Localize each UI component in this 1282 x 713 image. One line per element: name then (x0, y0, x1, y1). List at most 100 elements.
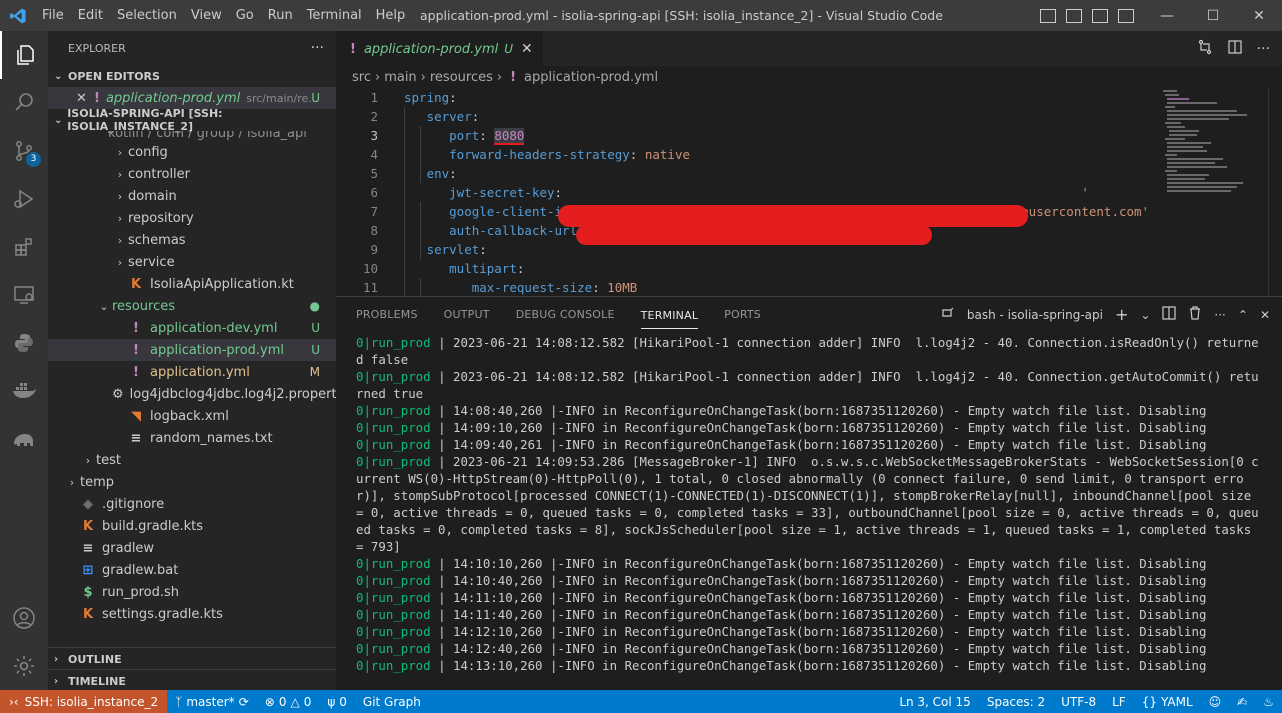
project-section[interactable]: ⌄ ISOLIA-SPRING-API [SSH: ISOLIA_INSTANC… (48, 107, 336, 133)
tree-item[interactable]: › schemas (48, 229, 336, 251)
indentation[interactable]: Spaces: 2 (979, 695, 1053, 709)
maximize-panel-icon[interactable]: ⌃ (1238, 308, 1248, 322)
menu-view[interactable]: View (184, 8, 229, 23)
branch-status[interactable]: ᛉ master* ⟳ (167, 695, 257, 709)
editor-scrollbar[interactable] (1268, 88, 1282, 296)
remote-indicator[interactable]: ›‹ SSH: isolia_instance_2 (0, 690, 168, 713)
toggle-secondary-sidebar-icon[interactable] (1092, 8, 1108, 23)
terminal-output[interactable]: 0|run_prod | 2023-06-21 14:08:12.582 [Hi… (356, 334, 1261, 713)
breadcrumb-item[interactable]: resources (430, 70, 493, 85)
open-changes-icon[interactable] (1197, 39, 1213, 59)
close-window-icon[interactable]: ✕ (1236, 0, 1282, 31)
explorer-icon[interactable] (0, 31, 48, 79)
python-icon[interactable] (0, 319, 48, 367)
tab-problems[interactable]: PROBLEMS (356, 308, 418, 321)
source-control-icon[interactable]: 3 (0, 127, 48, 175)
more-actions-icon[interactable]: ··· (1214, 308, 1225, 322)
customize-layout-icon[interactable] (1118, 8, 1134, 23)
tree-item[interactable]: K IsoliaApiApplication.kt (48, 273, 336, 295)
gradle-elephant-icon[interactable] (0, 415, 48, 463)
language-mode[interactable]: {} YAML (1134, 695, 1201, 709)
breadcrumb-item[interactable]: application-prod.yml (524, 70, 658, 85)
trash-icon[interactable] (1188, 306, 1202, 323)
more-actions-icon[interactable]: ··· (1257, 41, 1270, 57)
tree-item[interactable]: ◥ logback.xml (48, 405, 336, 427)
split-terminal-icon[interactable] (1162, 306, 1177, 323)
tree-item[interactable]: › temp (48, 471, 336, 493)
copilot-icon[interactable]: ☺ (1201, 695, 1230, 709)
feedback-icon[interactable]: ✍ (1229, 695, 1255, 709)
remote-explorer-icon[interactable] (0, 271, 48, 319)
tab-ports[interactable]: PORTS (724, 308, 761, 321)
toggle-panel-icon[interactable] (1066, 8, 1082, 23)
menu-selection[interactable]: Selection (110, 8, 184, 23)
more-actions-icon[interactable]: ··· (311, 40, 324, 56)
close-tab-icon[interactable]: ✕ (521, 41, 533, 57)
maximize-icon[interactable]: ☐ (1190, 0, 1236, 31)
outline-section[interactable]: › OUTLINE (48, 647, 336, 670)
tree-item[interactable]: ! application-prod.yml U (48, 339, 336, 361)
tree-item[interactable]: kotlin / com / group / isolia_api (48, 131, 336, 141)
timeline-section[interactable]: › TIMELINE (48, 669, 336, 692)
minimize-icon[interactable]: — (1144, 0, 1190, 31)
tree-item[interactable]: ⊞ gradlew.bat (48, 559, 336, 581)
problems-status[interactable]: ⊗ 0 △ 0 (257, 695, 320, 709)
breadcrumb-item[interactable]: main (384, 70, 416, 85)
docker-icon[interactable] (0, 367, 48, 415)
accounts-icon[interactable] (0, 594, 48, 642)
tree-item[interactable]: › service (48, 251, 336, 273)
menu-file[interactable]: File (35, 8, 71, 23)
open-editors-section[interactable]: ⌄ OPEN EDITORS (48, 65, 336, 87)
code-line: 11 max-request-size: 10MB (336, 278, 1161, 296)
menu-help[interactable]: Help (369, 8, 413, 23)
menu-run[interactable]: Run (261, 8, 300, 23)
tree-item[interactable]: › controller (48, 163, 336, 185)
tab-output[interactable]: OUTPUT (444, 308, 490, 321)
tree-item[interactable]: ≡ gradlew (48, 537, 336, 559)
toggle-primary-sidebar-icon[interactable] (1040, 8, 1056, 23)
indent-guide (404, 107, 405, 296)
menu-terminal[interactable]: Terminal (300, 8, 369, 23)
tree-item[interactable]: ! application-dev.yml U (48, 317, 336, 339)
chevron-down-icon[interactable]: ⌄ (1140, 308, 1150, 322)
split-editor-icon[interactable] (1227, 39, 1243, 59)
tree-item[interactable]: ⚙ log4jdbclog4jdbc.log4j2.properties (48, 383, 336, 405)
manage-gear-icon[interactable] (0, 642, 48, 690)
open-editor-item[interactable]: ✕ ! application-prod.yml src/main/re... … (48, 87, 336, 109)
tree-item[interactable]: ◆ .gitignore (48, 493, 336, 515)
encoding[interactable]: UTF-8 (1053, 695, 1104, 709)
tree-item[interactable]: › domain (48, 185, 336, 207)
tree-item[interactable]: ⌄ resources ● (48, 295, 336, 317)
run-debug-icon[interactable] (0, 175, 48, 223)
tree-item[interactable]: ! application.yml M (48, 361, 336, 383)
breadcrumb-item[interactable]: src (352, 70, 371, 85)
sync-icon[interactable]: ⟳ (239, 695, 249, 709)
tab-debug-console[interactable]: DEBUG CONSOLE (516, 308, 615, 321)
tab-application-prod[interactable]: ! application-prod.yml U ✕ (336, 31, 543, 66)
terminal-shell-label[interactable]: bash - isolia-spring-api (967, 308, 1103, 322)
terminal-scrollbar[interactable] (1268, 334, 1282, 674)
minimap[interactable] (1161, 88, 1264, 296)
code-editor[interactable]: 1 spring: 2 server: 3 port: 8080 4 forward-h… (336, 88, 1161, 296)
tree-item[interactable]: Kbuild.gradle.kts (48, 515, 336, 537)
extensions-icon[interactable] (0, 223, 48, 271)
ports-status[interactable]: ψ 0 (319, 695, 355, 709)
tree-item[interactable]: ≡ random_names.txt (48, 427, 336, 449)
menu-go[interactable]: Go (229, 8, 261, 23)
menu-edit[interactable]: Edit (71, 8, 110, 23)
tree-item[interactable]: $ run_prod.sh (48, 581, 336, 603)
notifications-bell-icon[interactable]: ♨ (1255, 695, 1282, 709)
search-icon[interactable] (0, 79, 48, 127)
terminal-line: 0|run_prod | 2023-06-21 14:08:12.582 [Hi… (356, 368, 1261, 402)
tab-terminal[interactable]: TERMINAL (640, 309, 699, 329)
close-panel-icon[interactable]: ✕ (1260, 308, 1270, 322)
end-of-line[interactable]: LF (1104, 695, 1134, 709)
new-terminal-icon[interactable]: + (1115, 305, 1128, 324)
tree-item[interactable]: Ksettings.gradle.kts (48, 603, 336, 625)
close-editor-icon[interactable]: ✕ (76, 91, 94, 106)
cursor-position[interactable]: Ln 3, Col 15 (891, 695, 979, 709)
git-graph-button[interactable]: Git Graph (355, 695, 429, 709)
tree-item[interactable]: › repository (48, 207, 336, 229)
tree-item[interactable]: › test (48, 449, 336, 471)
tree-item[interactable]: › config (48, 141, 336, 163)
